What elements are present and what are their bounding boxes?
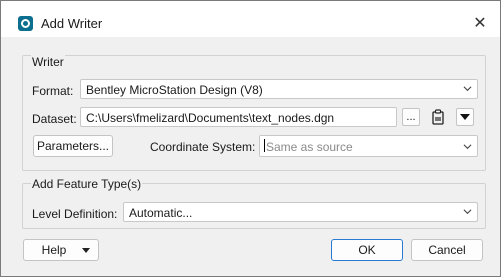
text-caret <box>264 139 265 152</box>
chevron-down-icon <box>463 209 472 215</box>
close-button[interactable]: ✕ <box>467 11 493 35</box>
add-writer-dialog: Add Writer ✕ Writer Format: Bentley Micr… <box>0 0 501 277</box>
triangle-down-icon <box>460 114 470 120</box>
window-title: Add Writer <box>41 16 103 31</box>
dataset-input[interactable]: C:\Users\fmelizard\Documents\text_nodes.… <box>80 107 397 127</box>
help-label: Help <box>41 243 67 257</box>
browse-label: ... <box>406 111 416 123</box>
ok-button[interactable]: OK <box>331 239 403 261</box>
browse-button[interactable]: ... <box>402 108 420 126</box>
parameters-label: Parameters... <box>36 139 110 153</box>
triangle-down-icon <box>82 248 90 253</box>
app-icon <box>18 16 33 31</box>
close-icon: ✕ <box>473 15 487 32</box>
dataset-menu-button[interactable] <box>456 108 474 126</box>
level-definition-value: Automatic... <box>129 206 193 220</box>
clipboard-icon <box>432 109 444 125</box>
format-combo[interactable]: Bentley MicroStation Design (V8) <box>80 79 478 99</box>
coordinate-system-combo[interactable]: Same as source <box>259 135 478 157</box>
coordinate-system-placeholder: Same as source <box>266 140 353 154</box>
format-value: Bentley MicroStation Design (V8) <box>86 83 263 97</box>
help-button[interactable]: Help <box>23 239 99 261</box>
cancel-label: Cancel <box>428 243 466 257</box>
clipboard-button[interactable] <box>429 108 447 126</box>
ok-label: OK <box>358 243 376 257</box>
level-definition-label: Level Definition: <box>32 207 118 221</box>
dataset-label: Dataset: <box>32 112 77 126</box>
coordinate-system-label: Coordinate System: <box>150 140 256 154</box>
writer-group-title: Writer <box>31 55 65 69</box>
cancel-button[interactable]: Cancel <box>411 239 483 261</box>
title-bar: Add Writer ✕ <box>1 1 500 37</box>
parameters-button[interactable]: Parameters... <box>33 135 113 157</box>
feature-type-group-title: Add Feature Type(s) <box>31 177 143 191</box>
chevron-down-icon <box>463 86 472 92</box>
level-definition-combo[interactable]: Automatic... <box>123 202 478 222</box>
format-label: Format: <box>32 84 74 98</box>
chevron-down-icon <box>463 144 472 150</box>
dataset-value: C:\Users\fmelizard\Documents\text_nodes.… <box>86 111 335 125</box>
